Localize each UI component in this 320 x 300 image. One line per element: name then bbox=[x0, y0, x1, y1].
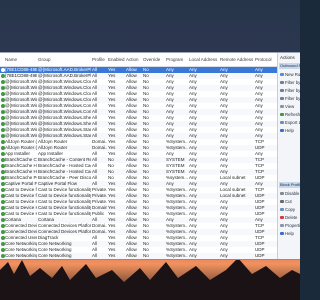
action-filter-by-state[interactable]: Filter by State bbox=[279, 87, 300, 94]
column-header[interactable]: Name bbox=[5, 53, 37, 66]
action-label: New Rule... bbox=[285, 72, 300, 77]
section-outbound-rules[interactable]: Outbound Rules bbox=[279, 63, 300, 69]
action-label: Filter by State bbox=[285, 88, 300, 93]
column-header[interactable]: Local Address bbox=[189, 53, 219, 66]
properties-icon bbox=[280, 223, 284, 227]
action-label: Export List... bbox=[285, 120, 300, 125]
action-delete[interactable]: Delete bbox=[279, 214, 300, 221]
action-label: Help bbox=[285, 231, 294, 236]
action-label: View bbox=[285, 104, 295, 109]
action-properties[interactable]: Properties bbox=[279, 222, 300, 229]
action-filter-by-group[interactable]: Filter by Group bbox=[279, 95, 300, 102]
action-help[interactable]: Help bbox=[279, 230, 300, 237]
filter-icon bbox=[280, 96, 284, 100]
grid-header: Name Group Profile Enabled Action Override Pro… bbox=[0, 53, 277, 67]
action-export-list[interactable]: Export List... bbox=[279, 119, 300, 126]
column-header[interactable]: Enabled bbox=[108, 53, 125, 66]
column-header[interactable]: Protocol bbox=[255, 53, 277, 66]
filter-icon bbox=[280, 80, 284, 84]
export-icon bbox=[280, 120, 284, 124]
action-help[interactable]: Help bbox=[279, 127, 300, 134]
disable-icon bbox=[280, 191, 284, 195]
action-refresh[interactable]: Refresh bbox=[279, 111, 300, 118]
action-disable-rule[interactable]: Disable Rule bbox=[279, 190, 300, 197]
firewall-rules-window: Name Group Profile Enabled Action Override Pro… bbox=[0, 52, 300, 260]
action-label: Disable Rule bbox=[285, 191, 300, 196]
column-header[interactable]: Program bbox=[166, 53, 188, 66]
cut-icon bbox=[280, 199, 284, 203]
action-label: Filter by Profile bbox=[285, 80, 300, 85]
action-copy[interactable]: Copy bbox=[279, 206, 300, 213]
delete-icon bbox=[280, 215, 284, 219]
help-icon bbox=[280, 128, 284, 132]
view-icon bbox=[280, 104, 284, 108]
rules-grid: Name Group Profile Enabled Action Override Pro… bbox=[0, 53, 277, 259]
help-icon bbox=[280, 231, 284, 235]
section-selected-rule[interactable]: Block Profile bbox=[279, 182, 300, 188]
copy-icon bbox=[280, 207, 284, 211]
action-label: Refresh bbox=[285, 112, 300, 117]
actions-title: Actions bbox=[280, 55, 295, 60]
refresh-icon bbox=[280, 112, 284, 116]
column-header[interactable]: Action bbox=[126, 53, 142, 66]
action-label: Copy bbox=[285, 207, 296, 212]
column-header[interactable]: Override bbox=[143, 53, 165, 66]
column-header[interactable]: Remote Address bbox=[220, 53, 254, 66]
column-header[interactable]: Profile bbox=[92, 53, 107, 66]
action-label: Filter by Group bbox=[285, 96, 300, 101]
action-filter-by-profile[interactable]: Filter by Profile bbox=[279, 79, 300, 86]
action-label: Properties bbox=[285, 223, 300, 228]
action-cut[interactable]: Cut bbox=[279, 198, 300, 205]
action-view[interactable]: View bbox=[279, 103, 300, 110]
column-header[interactable]: Group bbox=[38, 53, 91, 66]
actions-pane: Actions Outbound Rules Block Profile New… bbox=[277, 53, 300, 259]
action-label: Help bbox=[285, 128, 294, 133]
action-new-rule[interactable]: New Rule... bbox=[279, 71, 300, 78]
filter-icon bbox=[280, 88, 284, 92]
action-label: Cut bbox=[285, 199, 292, 204]
action-label: Delete bbox=[285, 215, 298, 220]
new-rule-icon bbox=[280, 72, 284, 76]
